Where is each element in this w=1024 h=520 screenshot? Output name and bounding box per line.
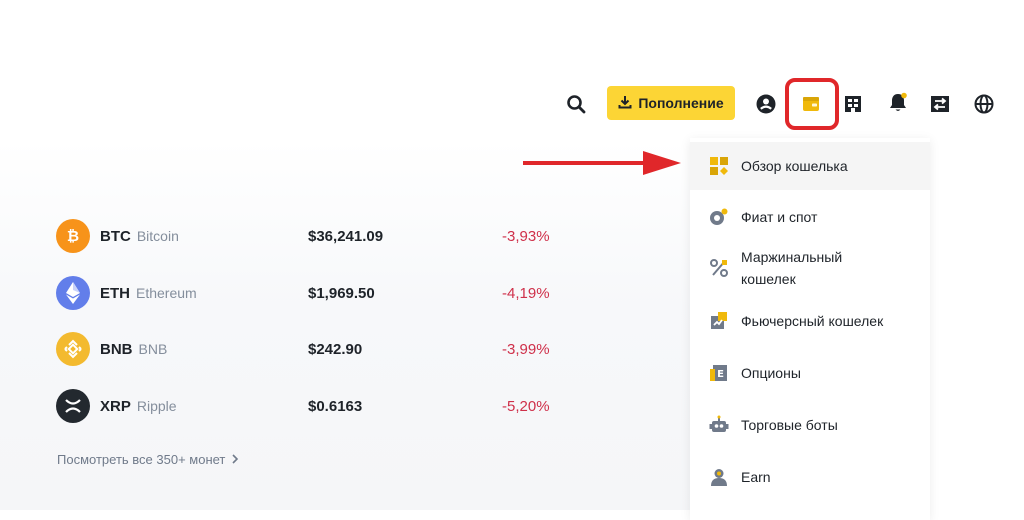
menu-item-futures-wallet[interactable]: Фьючерсный кошелек: [690, 308, 930, 334]
menu-item-label: Earn: [741, 469, 771, 485]
svg-text:E: E: [717, 369, 724, 380]
deposit-button-label: Пополнение: [638, 95, 724, 111]
coin-price: $36,241.09: [308, 227, 384, 245]
coin-symbol: XRP: [100, 397, 131, 415]
chevron-right-icon: [231, 452, 239, 467]
bnb-logo-icon: [56, 332, 90, 366]
earn-icon: [708, 466, 730, 488]
coin-price: $242.90: [308, 340, 363, 358]
coin-row-bnb[interactable]: BNB BNB $242.90 -3,99%: [56, 331, 576, 367]
coin-symbol: BNB: [100, 340, 133, 358]
coin-row-eth[interactable]: ETH Ethereum $1,969.50 -4,19%: [56, 275, 576, 311]
menu-item-options[interactable]: E Опционы: [690, 360, 930, 386]
annotation-arrow: [523, 151, 681, 175]
coin-change: -4,19%: [502, 284, 550, 302]
user-profile-icon[interactable]: [754, 92, 778, 116]
fiat-spot-icon: [708, 206, 730, 228]
coin-name: BNB: [138, 341, 168, 357]
menu-item-label-line2: кошелек: [741, 271, 796, 287]
coin-symbol: BTC: [100, 227, 131, 245]
globe-language-icon[interactable]: [972, 92, 996, 116]
options-icon: E: [708, 362, 730, 384]
coin-symbol: ETH: [100, 284, 130, 302]
bitcoin-logo-icon: ₿: [56, 219, 90, 253]
wallet-dropdown-menu: Обзор кошелька Фиат и спот Маржинальный …: [690, 138, 930, 520]
download-icon: [618, 95, 632, 112]
wallet-overview-icon: [708, 155, 730, 177]
wallet-highlight-box: [785, 78, 839, 130]
trading-bot-icon: [708, 414, 730, 436]
coin-change: -3,93%: [502, 227, 550, 245]
notifications-bell-icon[interactable]: [885, 90, 911, 116]
ethereum-logo-icon: [56, 276, 90, 310]
transfer-icon[interactable]: [928, 92, 952, 116]
coin-row-btc[interactable]: ₿ BTC Bitcoin $36,241.09 -3,93%: [56, 218, 576, 254]
margin-percent-icon: [708, 257, 730, 279]
menu-item-label: Обзор кошелька: [741, 158, 848, 174]
futures-icon: [708, 310, 730, 332]
coin-name: Ripple: [136, 398, 177, 414]
menu-item-trading-bots[interactable]: Торговые боты: [690, 412, 930, 438]
coin-price: $0.6163: [308, 397, 363, 415]
coin-row-xrp[interactable]: XRP Ripple $0.6163 -5,20%: [56, 388, 576, 424]
see-all-coins-link[interactable]: Посмотреть все 350+ монет: [57, 452, 239, 467]
search-icon[interactable]: [564, 92, 588, 116]
deposit-button[interactable]: Пополнение: [607, 86, 735, 120]
see-all-label: Посмотреть все 350+ монет: [57, 452, 226, 467]
xrp-logo-icon: [56, 389, 90, 423]
menu-item-label: Опционы: [741, 365, 801, 381]
menu-item-label: Фиат и спот: [741, 209, 818, 225]
menu-item-label: Фьючерсный кошелек: [741, 313, 884, 329]
menu-item-label: Торговые боты: [741, 417, 838, 433]
menu-item-fiat-spot[interactable]: Фиат и спот: [690, 204, 930, 230]
menu-item-margin-wallet[interactable]: Маржинальный кошелек: [690, 246, 930, 290]
coin-name: Bitcoin: [136, 228, 179, 244]
coin-change: -5,20%: [502, 397, 550, 415]
coin-price: $1,969.50: [308, 284, 375, 302]
menu-item-earn[interactable]: Earn: [690, 464, 930, 490]
svg-text:₿: ₿: [67, 227, 79, 245]
coin-name: Ethereum: [136, 285, 197, 301]
menu-item-label-line1: Маржинальный: [741, 249, 843, 265]
menu-item-wallet-overview[interactable]: Обзор кошелька: [690, 142, 930, 190]
coin-change: -3,99%: [502, 340, 550, 358]
orders-icon[interactable]: [841, 92, 865, 116]
